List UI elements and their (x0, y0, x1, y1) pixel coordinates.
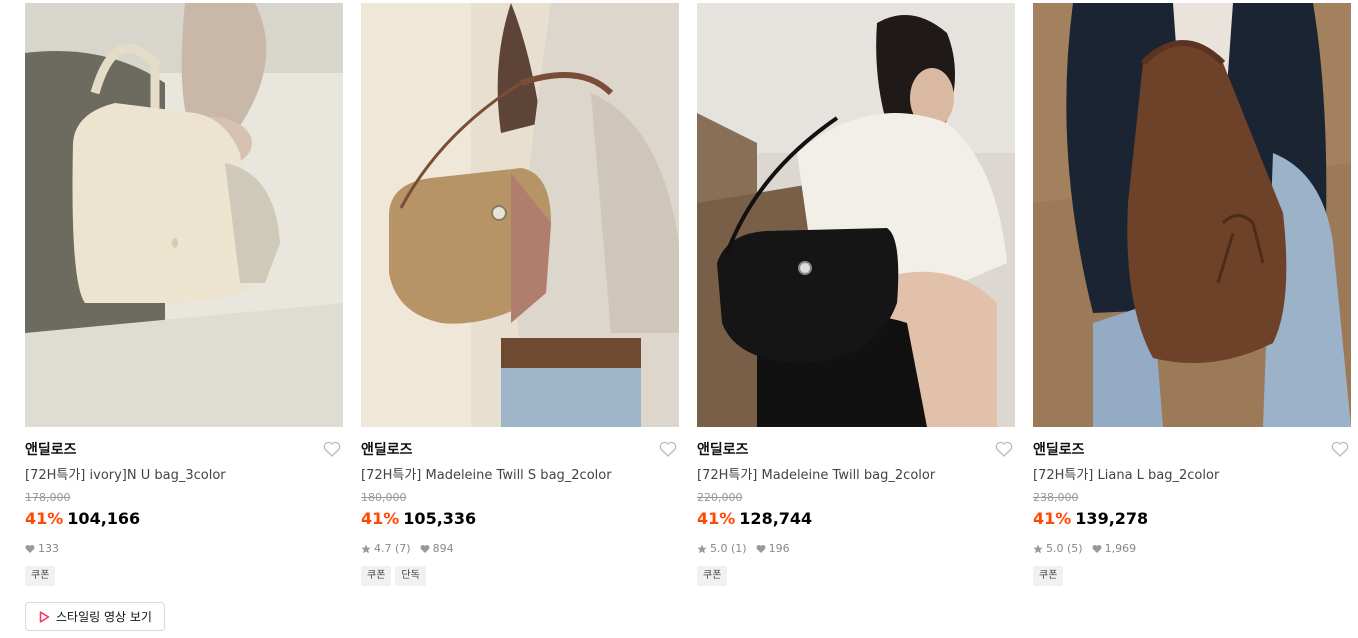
rating: 4.7 (7) (361, 542, 411, 556)
like-count: 1,969 (1104, 542, 1137, 555)
product-stats: 5.0 (1) 196 (697, 542, 1015, 556)
like-count: 133 (38, 542, 59, 555)
product-image[interactable] (25, 3, 343, 427)
tag-list: 쿠폰 단독 (361, 566, 679, 586)
discount-rate: 41% (697, 509, 736, 528)
ivory-u-bag-photo (25, 3, 343, 427)
coupon-tag: 쿠폰 (1033, 566, 1064, 586)
play-icon (39, 610, 50, 623)
price-row: 41% 128,744 (697, 508, 1015, 530)
price-row: 41% 104,166 (25, 508, 343, 530)
product-card: 앤딜로즈 [72H특가] Madeleine Twill S bag_2colo… (361, 3, 679, 586)
coupon-tag: 쿠폰 (361, 566, 392, 586)
product-name[interactable]: [72H특가] Liana L bag_2color (1033, 467, 1351, 485)
sale-price: 104,166 (67, 509, 141, 528)
brand-name[interactable]: 앤딜로즈 (361, 441, 679, 459)
discount-rate: 41% (1033, 509, 1072, 528)
brown-suede-hobo-bag-photo (1033, 3, 1351, 427)
brand-name[interactable]: 앤딜로즈 (25, 441, 343, 459)
like-count: 196 (768, 542, 790, 555)
product-grid: 앤딜로즈 [72H특가] ivory]N U bag_3color 178,00… (25, 3, 1351, 638)
product-image[interactable] (697, 3, 1015, 427)
heart-outline-icon[interactable] (659, 441, 679, 459)
beige-shoulder-bag-photo (361, 3, 679, 427)
discount-rate: 41% (25, 509, 64, 528)
sale-price: 139,278 (1075, 509, 1149, 528)
heart-icon (756, 545, 766, 553)
coupon-tag: 쿠폰 (25, 566, 56, 586)
heart-icon (420, 545, 430, 553)
coupon-tag: 쿠폰 (697, 566, 728, 586)
heart-outline-icon[interactable] (323, 441, 343, 459)
product-stats: 4.7 (7) 894 (361, 542, 679, 556)
likes: 196 (756, 542, 790, 556)
star-icon (361, 544, 371, 554)
review-count: (5) (1067, 542, 1083, 555)
styling-video-label: 스타일링 영상 보기 (56, 610, 152, 624)
product-card: 앤딜로즈 [72H특가] Madeleine Twill bag_2color … (697, 3, 1015, 586)
original-price: 220,000 (697, 491, 743, 504)
review-count: (1) (731, 542, 747, 555)
rating: 5.0 (1) (697, 542, 747, 556)
product-card: 앤딜로즈 [72H특가] ivory]N U bag_3color 178,00… (25, 3, 343, 631)
rating-score: 5.0 (1046, 542, 1064, 555)
sale-price: 128,744 (739, 509, 813, 528)
tag-list: 쿠폰 (697, 566, 1015, 586)
product-name[interactable]: [72H특가] ivory]N U bag_3color (25, 467, 343, 485)
product-image[interactable] (361, 3, 679, 427)
heart-icon (1092, 545, 1102, 553)
likes: 894 (420, 542, 454, 556)
brand-name[interactable]: 앤딜로즈 (697, 441, 1015, 459)
price-row: 41% 139,278 (1033, 508, 1351, 530)
original-price: 180,000 (361, 491, 407, 504)
likes: 133 (25, 542, 59, 556)
black-shoulder-bag-photo (697, 3, 1015, 427)
review-count: (7) (395, 542, 411, 555)
tag-list: 쿠폰 (25, 566, 343, 586)
rating-score: 4.7 (374, 542, 392, 555)
product-stats: 133 (25, 542, 343, 556)
heart-outline-icon[interactable] (1331, 441, 1351, 459)
heart-outline-icon[interactable] (995, 441, 1015, 459)
heart-icon (25, 545, 35, 553)
rating: 5.0 (5) (1033, 542, 1083, 556)
tag-list: 쿠폰 (1033, 566, 1351, 586)
product-stats: 5.0 (5) 1,969 (1033, 542, 1351, 556)
likes: 1,969 (1092, 542, 1137, 556)
product-name[interactable]: [72H특가] Madeleine Twill S bag_2color (361, 467, 679, 485)
product-name[interactable]: [72H특가] Madeleine Twill bag_2color (697, 467, 1015, 485)
product-card: 앤딜로즈 [72H특가] Liana L bag_2color 238,000 … (1033, 3, 1351, 586)
sale-price: 105,336 (403, 509, 477, 528)
product-image[interactable] (1033, 3, 1351, 427)
rating-score: 5.0 (710, 542, 728, 555)
styling-video-button[interactable]: 스타일링 영상 보기 (25, 602, 165, 631)
star-icon (1033, 544, 1043, 554)
star-icon (697, 544, 707, 554)
like-count: 894 (432, 542, 454, 555)
brand-name[interactable]: 앤딜로즈 (1033, 441, 1351, 459)
price-row: 41% 105,336 (361, 508, 679, 530)
exclusive-tag: 단독 (395, 566, 426, 586)
discount-rate: 41% (361, 509, 400, 528)
original-price: 178,000 (25, 491, 71, 504)
original-price: 238,000 (1033, 491, 1079, 504)
